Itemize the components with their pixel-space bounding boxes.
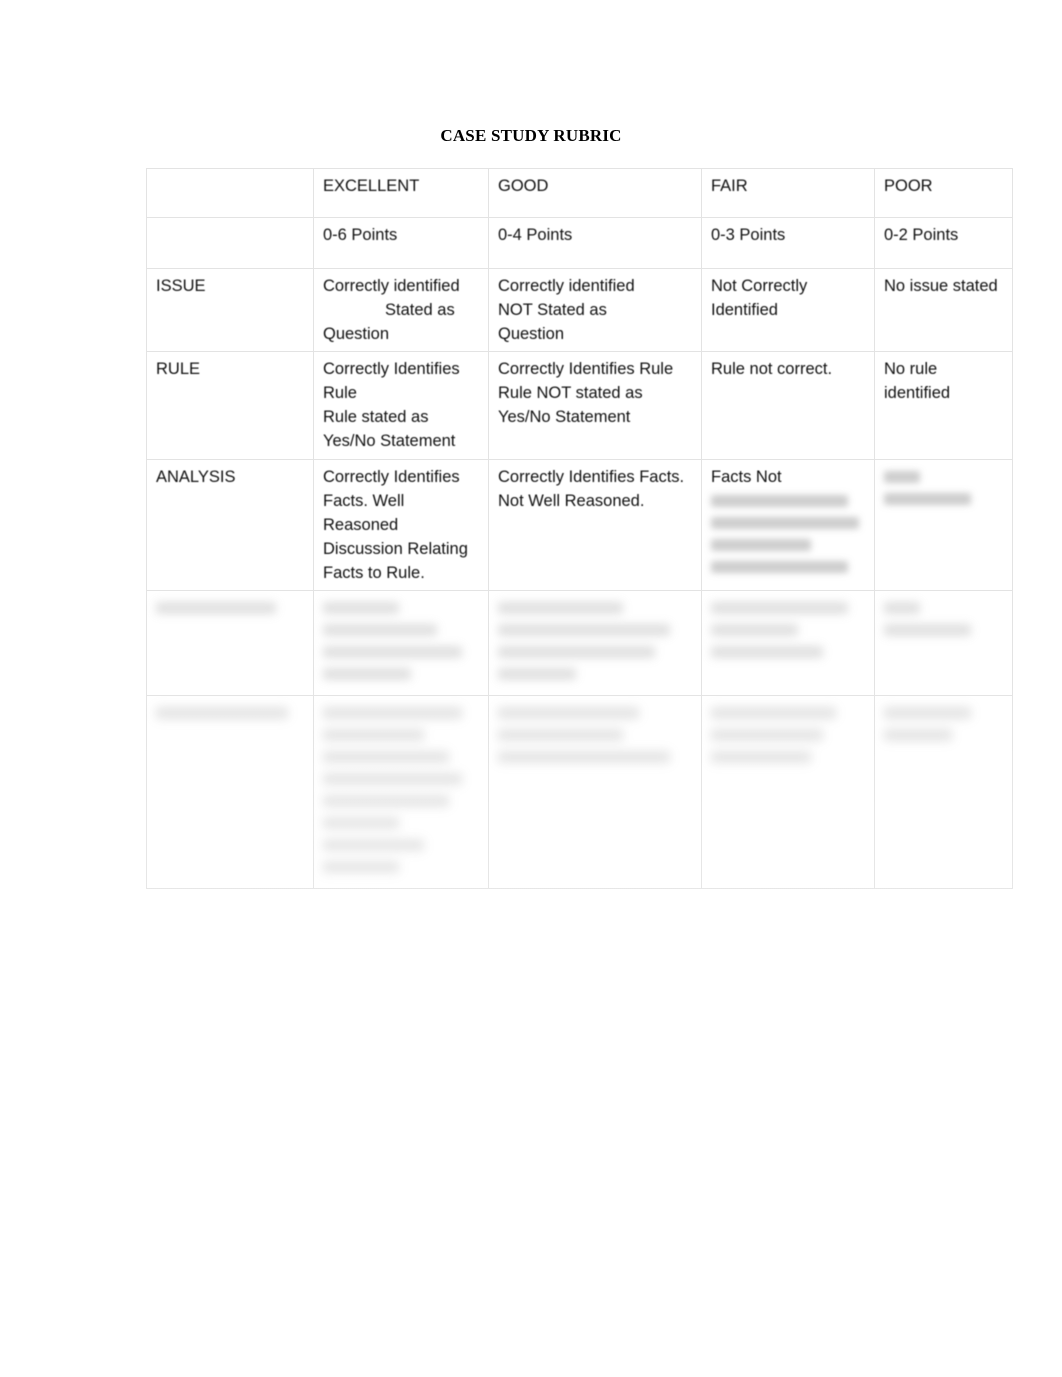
- header-cell-fair: FAIR: [701, 168, 875, 218]
- rubric-cell-fair: Rule not correct.: [701, 351, 875, 460]
- illegible-text-block: [156, 601, 306, 614]
- table-row: ISSUE Correctly identified Stated as Que…: [146, 267, 1013, 353]
- rubric-cell-good: Correctly Identifies Facts. Not Well Rea…: [488, 458, 702, 591]
- cell-line-indented: Stated as: [385, 301, 455, 320]
- cell-line: NOT Stated as: [498, 301, 607, 320]
- rubric-cell-excellent: Correctly Identifies Facts. Well Reasone…: [313, 458, 489, 591]
- illegible-text-block: [884, 470, 1005, 505]
- criterion-label: ANALYSIS: [146, 458, 314, 591]
- header-cell-excellent: EXCELLENT: [313, 168, 489, 218]
- illegible-text-block: [884, 601, 1005, 636]
- case-study-rubric-table: EXCELLENT GOOD FAIR POOR 0-6 Points 0-4 …: [146, 168, 1013, 889]
- rubric-cell-excellent: [313, 589, 489, 696]
- rubric-cell-good: [488, 694, 702, 889]
- cell-line: Facts Not: [711, 467, 782, 486]
- header-cell-good: GOOD: [488, 168, 702, 218]
- rubric-cell-fair: Facts Not: [701, 458, 875, 591]
- cell-line: Rule NOT stated as Yes/No Statement: [498, 384, 647, 427]
- table-header-row-points: 0-6 Points 0-4 Points 0-3 Points 0-2 Poi…: [146, 217, 1013, 269]
- rubric-cell-poor: [874, 694, 1013, 889]
- rubric-cell-good: Correctly Identifies Rule Rule NOT state…: [488, 351, 702, 460]
- document-page: CASE STUDY RUBRIC EXCELLENT GOOD FAIR PO…: [0, 0, 1062, 1377]
- illegible-text-block: [156, 706, 306, 719]
- header-points-fair: 0-3 Points: [701, 217, 875, 269]
- rubric-cell-excellent: [313, 694, 489, 889]
- cell-line: Question: [323, 325, 390, 344]
- rubric-cell-fair: Not Correctly Identified: [701, 267, 875, 353]
- cell-line: Rule stated as Yes/No Statement: [323, 408, 456, 451]
- criterion-label: ISSUE: [146, 267, 314, 353]
- rubric-cell-excellent: Correctly Identifies Rule Rule stated as…: [313, 351, 489, 460]
- rubric-cell-fair: [701, 589, 875, 696]
- illegible-text-block: [711, 601, 867, 658]
- rubric-cell-excellent: Correctly identified Stated as Question: [313, 267, 489, 353]
- cell-line: Correctly identified: [498, 277, 635, 295]
- header-points-poor: 0-2 Points: [874, 217, 1013, 269]
- table-row: RULE Correctly Identifies Rule Rule stat…: [146, 351, 1013, 460]
- illegible-text-block: [323, 706, 481, 873]
- illegible-text-block: [711, 494, 867, 573]
- header-points-criterion: [146, 217, 314, 269]
- header-cell-poor: POOR: [874, 168, 1013, 218]
- criterion-label: RULE: [146, 351, 314, 460]
- criterion-label: [146, 694, 314, 889]
- illegible-text-block: [498, 706, 694, 763]
- illegible-text-block: [323, 601, 481, 680]
- rubric-cell-poor: [874, 458, 1013, 591]
- header-points-good: 0-4 Points: [488, 217, 702, 269]
- table-row: [146, 589, 1013, 696]
- criterion-label: [146, 589, 314, 696]
- rubric-cell-poor: No rule identified: [874, 351, 1013, 460]
- header-points-excellent: 0-6 Points: [313, 217, 489, 269]
- cell-line: Correctly Identifies Rule: [498, 360, 674, 379]
- rubric-cell-good: Correctly identified NOT Stated as Quest…: [488, 267, 702, 353]
- header-cell-criterion: [146, 168, 314, 218]
- table-row: [146, 694, 1013, 889]
- illegible-text-block: [498, 601, 694, 680]
- cell-line: Question: [498, 325, 565, 344]
- cell-line: Correctly identified: [323, 277, 460, 295]
- rubric-cell-good: [488, 589, 702, 696]
- cell-line: Correctly Identifies Rule: [323, 360, 465, 403]
- rubric-cell-fair: [701, 694, 875, 889]
- page-title: CASE STUDY RUBRIC: [440, 126, 622, 145]
- table-row: ANALYSIS Correctly Identifies Facts. Wel…: [146, 458, 1013, 591]
- rubric-cell-poor: No issue stated: [874, 267, 1013, 353]
- illegible-text-block: [711, 706, 867, 763]
- table-header-row-labels: EXCELLENT GOOD FAIR POOR: [146, 168, 1013, 218]
- illegible-text-block: [884, 706, 1005, 741]
- rubric-table-container: EXCELLENT GOOD FAIR POOR 0-6 Points 0-4 …: [146, 168, 1013, 889]
- rubric-cell-poor: [874, 589, 1013, 696]
